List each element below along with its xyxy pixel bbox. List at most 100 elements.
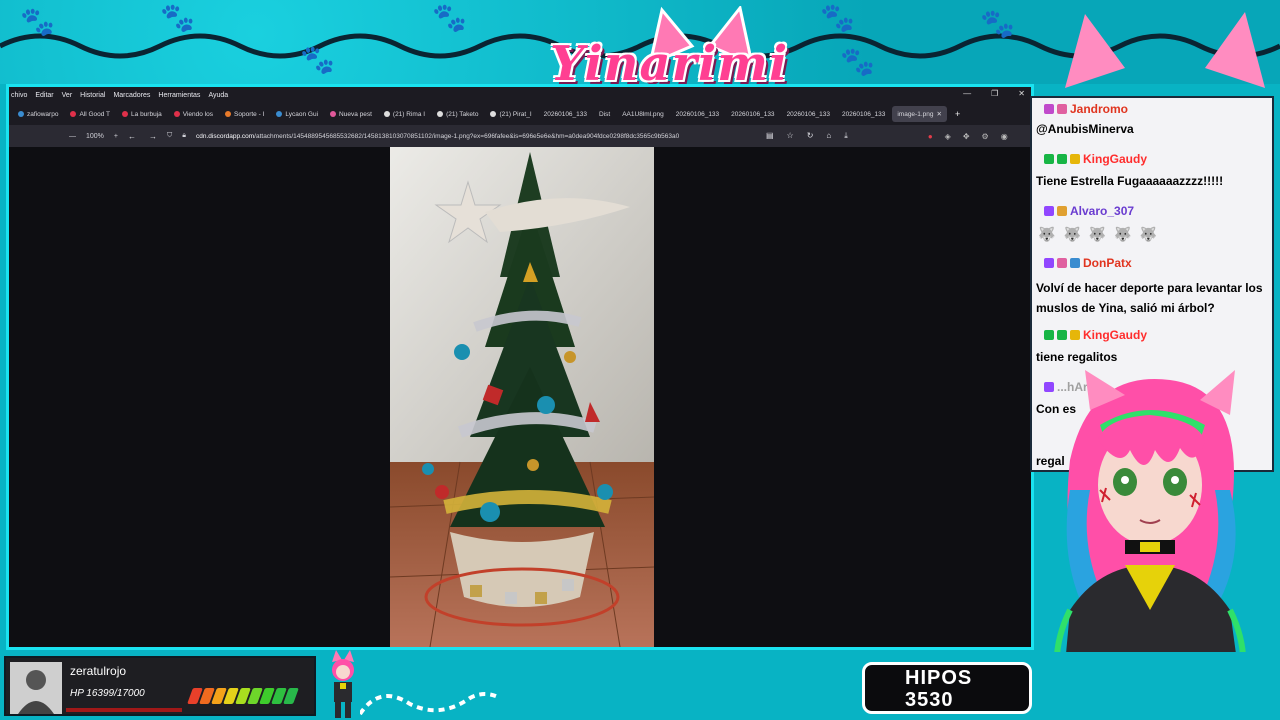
zoom-in-button[interactable]: + xyxy=(114,133,118,140)
player-name: zeratulrojo xyxy=(70,664,127,678)
tab[interactable]: All Good T xyxy=(65,106,115,122)
menu-item-archivo[interactable]: chivo xyxy=(11,92,27,99)
tab[interactable]: Soporte - I xyxy=(220,106,269,122)
tab-favicon-icon xyxy=(437,111,444,117)
new-tab-button[interactable]: + xyxy=(949,109,966,119)
menu-item-herramientas[interactable]: Herramientas xyxy=(158,92,200,99)
badge-icon xyxy=(1044,104,1054,114)
menu-item-ayuda[interactable]: Ayuda xyxy=(208,92,228,99)
back-arrow-icon[interactable]: ← xyxy=(128,132,136,141)
tab[interactable]: 20260106_133 xyxy=(539,106,592,122)
tab[interactable]: (21) Pirat_I xyxy=(485,106,536,122)
paw-icon: 🐾 xyxy=(20,6,55,37)
badge-icon xyxy=(1044,154,1054,164)
extensions: ● ◈ ✥ ⚙ ◉ xyxy=(928,132,1008,141)
extension-icon[interactable]: ◈ xyxy=(945,132,951,141)
badge-icon xyxy=(1044,258,1054,268)
emote-icon: 🐺 xyxy=(1063,226,1081,242)
tab[interactable]: La burbuja xyxy=(117,106,167,122)
paw-icon: 🐾 xyxy=(160,2,195,33)
tab[interactable]: 20260106_133 xyxy=(782,106,835,122)
emote-icon: 🐺 xyxy=(1114,226,1132,242)
chat-text: Volví de hacer deporte para levantar los… xyxy=(1036,281,1263,315)
badge-icon xyxy=(1070,258,1080,268)
emote-icon: 🐺 xyxy=(1088,226,1107,242)
minimize-icon[interactable]: — xyxy=(963,89,971,98)
tab-favicon-icon xyxy=(70,111,77,117)
tab-favicon-icon xyxy=(18,111,24,117)
menu-item-editar[interactable]: Editar xyxy=(35,92,53,99)
account-icon[interactable]: ◉ xyxy=(1001,132,1008,141)
avatar xyxy=(10,662,62,714)
emote-icon: 🐺 xyxy=(1038,226,1056,242)
zoom-level[interactable]: 100% xyxy=(86,133,104,140)
badge-icon xyxy=(1057,330,1067,340)
forward-arrow-icon[interactable]: → xyxy=(149,132,157,141)
browser-window: chivo Editar Ver Historial Marcadores He… xyxy=(6,84,1034,650)
menu-item-historial[interactable]: Historial xyxy=(80,92,105,99)
tab[interactable]: 20260106_133 xyxy=(671,106,724,122)
chat-text: tiene regalitos xyxy=(1036,350,1118,364)
cat-ears-icon xyxy=(1065,12,1265,88)
image-viewport xyxy=(9,147,1031,647)
shield-icon[interactable]: ⛉ xyxy=(167,132,172,140)
health-segments xyxy=(187,688,299,704)
paw-icon: 🐾 xyxy=(820,2,855,33)
address-bar[interactable]: cdn.discordapp.com/attachments/145488954… xyxy=(196,133,756,140)
tab[interactable]: 20260106_133 xyxy=(837,106,890,122)
tab[interactable]: 20260106_133 xyxy=(726,106,779,122)
badge-icon xyxy=(1044,330,1054,340)
tab[interactable]: Viendo los xyxy=(169,106,218,122)
tab[interactable]: AA1U8lml.png xyxy=(617,106,669,122)
player-hp: HP 16399/17000 xyxy=(70,688,145,699)
badge-icon xyxy=(1070,330,1080,340)
user-portrait-icon xyxy=(10,662,62,714)
tab-favicon-icon xyxy=(383,111,390,117)
badge-icon xyxy=(1057,154,1067,164)
zoom-out-button[interactable]: — xyxy=(69,133,76,140)
star-icon[interactable]: ☆ xyxy=(787,131,794,141)
christmas-tree-photo xyxy=(390,147,654,647)
menu-item-ver[interactable]: Ver xyxy=(62,92,73,99)
tab-close-icon[interactable]: ✕ xyxy=(936,110,941,118)
player-card: zeratulrojo HP 16399/17000 xyxy=(4,656,316,716)
chat-message: Jandromo xyxy=(1032,100,1272,122)
menu-bar: chivo Editar Ver Historial Marcadores He… xyxy=(9,87,1031,103)
tab[interactable]: (21) Rima I xyxy=(379,106,430,122)
tab-favicon-icon xyxy=(276,111,283,117)
tab[interactable]: Nueva pest xyxy=(325,106,377,122)
close-icon[interactable]: ✕ xyxy=(1018,89,1025,98)
puzzle-icon[interactable]: ✥ xyxy=(963,132,970,141)
tab[interactable]: Lycaon Gui xyxy=(271,106,323,122)
menu-item-marcadores[interactable]: Marcadores xyxy=(113,92,150,99)
badge-icon xyxy=(1057,104,1067,114)
page-actions: ▤ ☆ ↻ ⌂ ⤓ xyxy=(766,131,848,141)
emote-icon: 🐺 xyxy=(1139,226,1158,242)
decorative-wave xyxy=(360,692,500,716)
paw-icon: 🐾 xyxy=(980,8,1015,39)
tab[interactable]: Dist xyxy=(594,106,615,122)
badge-icon xyxy=(1057,206,1067,216)
chat-username: Alvaro_307 xyxy=(1044,204,1134,218)
tab-favicon-icon xyxy=(173,111,180,117)
chat-text: @AnubisMinerva xyxy=(1036,122,1134,136)
home-icon[interactable]: ⌂ xyxy=(826,131,831,141)
reader-view-icon[interactable]: ▤ xyxy=(766,131,774,141)
paw-icon: 🐾 xyxy=(840,46,875,77)
reload-icon[interactable]: ↻ xyxy=(807,131,814,141)
hipos-counter: HIPOS 3530 xyxy=(862,662,1032,714)
tab-bar: zafiowarpo All Good T La burbuja Viendo … xyxy=(9,103,1031,125)
tab[interactable]: (21) Taketo xyxy=(432,106,483,122)
badge-icon xyxy=(1057,258,1067,268)
maximize-icon[interactable]: ❐ xyxy=(991,89,998,98)
tab-active[interactable]: image-1.png ✕ xyxy=(892,106,947,122)
settings-icon[interactable]: ⚙ xyxy=(982,132,989,141)
chat-username: KingGaudy xyxy=(1044,152,1147,166)
tab-favicon-icon xyxy=(490,111,497,117)
extension-icon[interactable]: ● xyxy=(928,132,933,141)
paw-icon: 🐾 xyxy=(300,44,335,75)
download-icon[interactable]: ⤓ xyxy=(844,131,848,141)
tab[interactable]: zafiowarpo xyxy=(13,106,63,122)
hipos-label: HIPOS xyxy=(905,667,973,689)
emote-row: 🐺 🐺 🐺 🐺 🐺 xyxy=(1038,226,1157,243)
